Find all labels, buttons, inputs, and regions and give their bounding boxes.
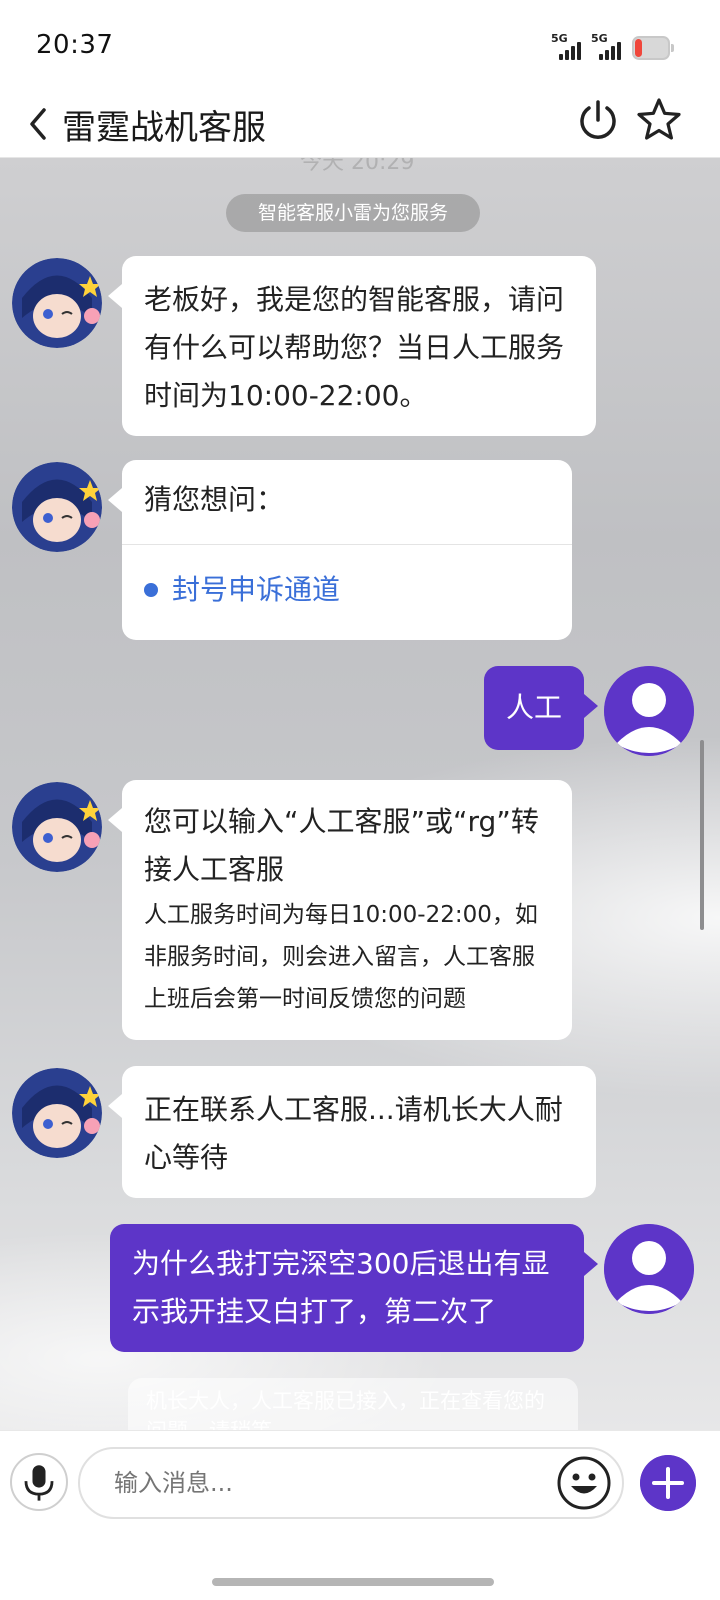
- bot-avatar[interactable]: [12, 258, 102, 348]
- suggestion-title: 猜您想问：: [144, 483, 285, 516]
- status-time: 20:37: [36, 30, 114, 60]
- page-title: 雷霆战机客服: [62, 108, 266, 148]
- bot-avatar[interactable]: [12, 462, 102, 552]
- battery-icon: [632, 36, 674, 60]
- user-message-1: 人工: [484, 666, 598, 750]
- system-notice: 智能客服小雷为您服务: [226, 194, 480, 232]
- user-message-2: 为什么我打完深空300后退出有显示我开挂又白打了，第二次了: [110, 1224, 598, 1352]
- star-icon[interactable]: [636, 96, 682, 142]
- user-avatar[interactable]: [604, 666, 694, 756]
- user-avatar[interactable]: [604, 1224, 694, 1314]
- message-input[interactable]: [78, 1447, 624, 1519]
- bot-suggestion-card: 猜您想问： 封号申诉通道: [108, 460, 572, 640]
- bot-message-4: 正在联系人工客服...请机长大人耐心等待: [108, 1066, 596, 1198]
- status-bar: 20:37 5G 5G: [0, 0, 720, 90]
- bot-message-3: 您可以输入“人工客服”或“rg”转接人工客服 人工服务时间为每日10:00-22…: [108, 780, 572, 1040]
- bot-message-1: 老板好，我是您的智能客服，请问有什么可以帮助您？当日人工服务时间为10:00-2…: [108, 256, 596, 436]
- home-indicator[interactable]: [212, 1578, 494, 1586]
- faded-timestamp: 今天 20:29: [300, 158, 415, 175]
- scrollbar[interactable]: [700, 740, 704, 930]
- faded-agent-notice: 机长大人，人工客服已接入，正在查看您的问题，请稍等: [128, 1378, 578, 1430]
- bot-avatar[interactable]: [12, 782, 102, 872]
- suggestion-link[interactable]: 封号申诉通道: [144, 545, 550, 635]
- bullet-dot: [144, 583, 158, 597]
- bot-avatar[interactable]: [12, 1068, 102, 1158]
- power-icon[interactable]: [576, 98, 620, 142]
- emoji-icon[interactable]: [556, 1455, 612, 1511]
- signal-icon-2: 5G: [591, 32, 625, 60]
- signal-icon: 5G: [551, 32, 585, 60]
- chevron-left-icon[interactable]: [24, 104, 52, 144]
- plus-icon[interactable]: [640, 1455, 696, 1511]
- mic-icon[interactable]: [10, 1453, 68, 1511]
- app-header: 雷霆战机客服: [0, 90, 720, 158]
- input-bar: [0, 1430, 720, 1600]
- chat-area[interactable]: 今天 20:29 智能客服小雷为您服务 老板好，我是您的智能客服，请问有什么可以…: [0, 158, 720, 1430]
